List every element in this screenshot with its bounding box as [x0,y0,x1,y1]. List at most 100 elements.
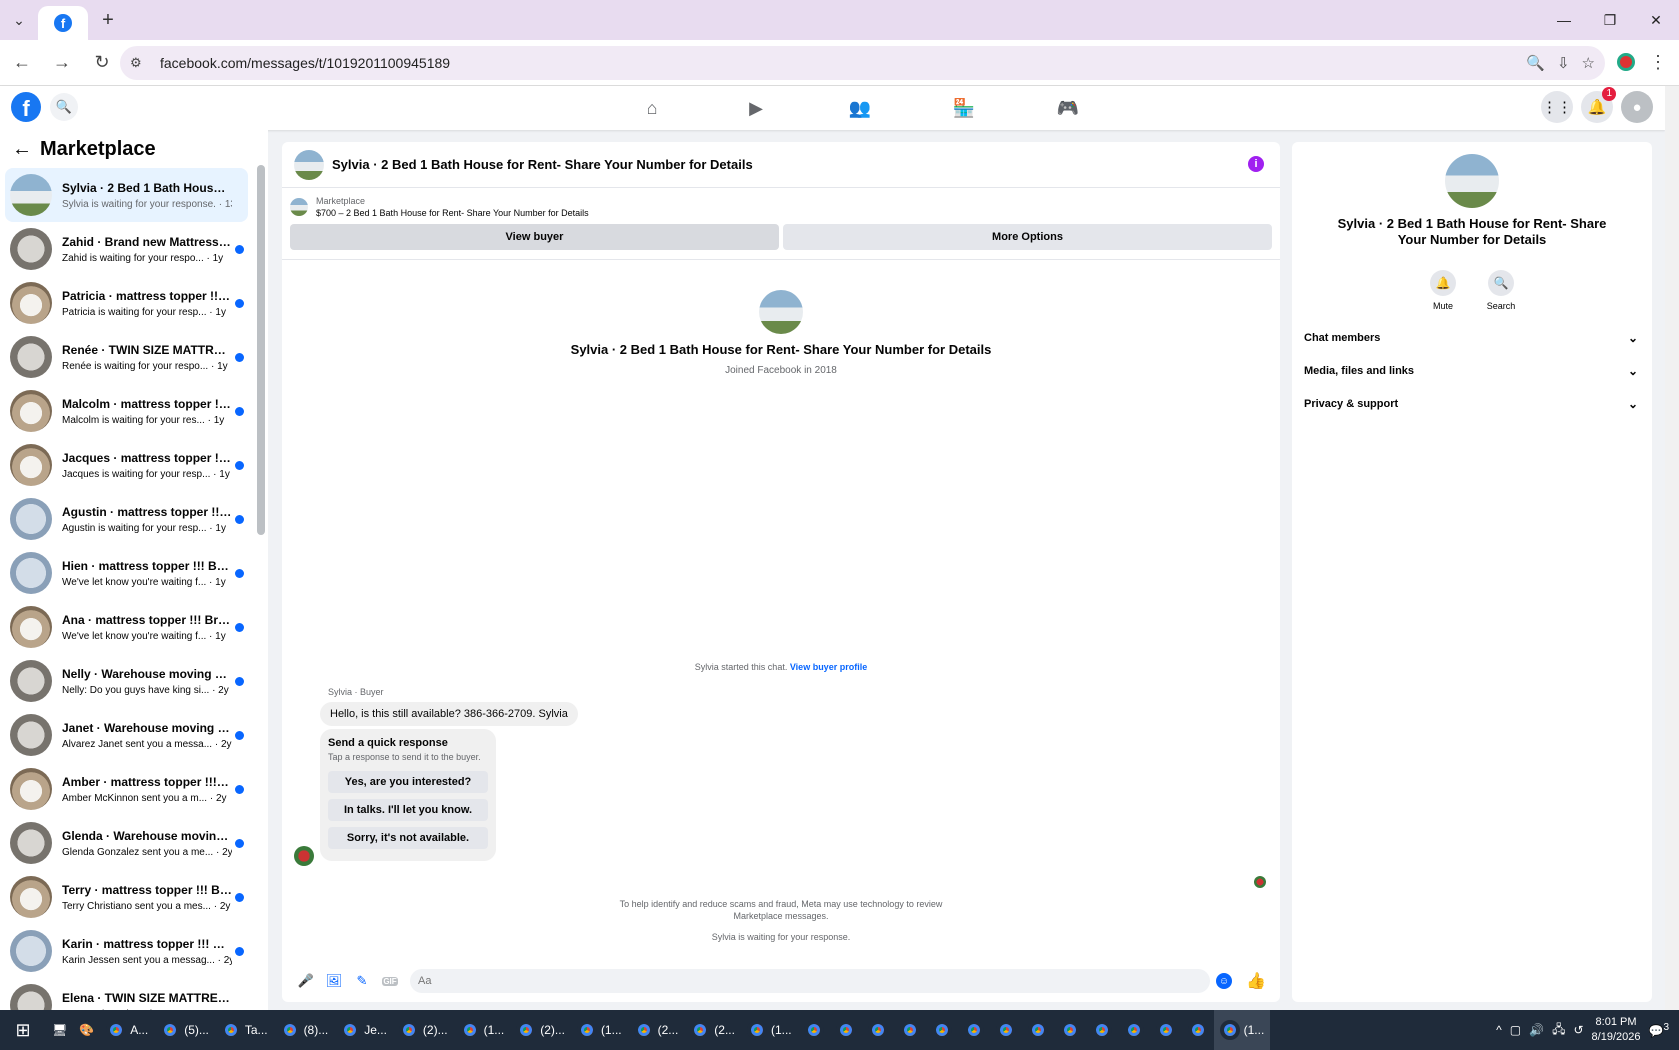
meet-now-icon[interactable]: ▢ [1510,1023,1521,1037]
conversation-item[interactable]: Ana · mattress topper !!! Bran... We've l… [5,600,248,654]
close-icon[interactable]: ✕ [1633,0,1679,40]
network-icon[interactable]: 🖧 [1552,1020,1565,1041]
zoom-icon[interactable]: 🔍 [1526,54,1545,72]
gif-icon[interactable]: GIF [382,976,398,986]
conversation-item[interactable]: Nelly · Warehouse moving ou... Nelly: Do … [5,654,248,708]
conversation-item[interactable]: Karin · mattress topper !!! Bra... Karin … [5,924,248,978]
search-button[interactable]: 🔍 Search [1486,270,1516,311]
browser-tab-facebook[interactable]: f [38,6,88,40]
taskbar-chrome-profile[interactable] [1022,1010,1054,1050]
back-icon[interactable]: ← [4,45,40,81]
taskbar-chrome-window[interactable]: (1... [571,1010,628,1050]
quick-response-not-available[interactable]: Sorry, it's not available. [328,827,488,849]
thumbs-up-icon[interactable]: 👍 [1246,971,1266,991]
details-avatar[interactable] [1445,154,1499,208]
taskbar-chrome-profile[interactable] [1086,1010,1118,1050]
windows-start-icon[interactable]: ⊞ [0,1010,46,1050]
conversation-item[interactable]: Agustin · mattress topper !!! B... Agusti… [5,492,248,546]
install-icon[interactable]: ⇩ [1557,54,1570,72]
conversation-item[interactable]: Amber · mattress topper !!! Br... Amber M… [5,762,248,816]
search-icon[interactable]: 🔍 [50,93,78,121]
conversation-item[interactable]: Patricia · mattress topper !!! B... Patri… [5,276,248,330]
conversation-item[interactable]: Terry · mattress topper !!! Bra... Terry … [5,870,248,924]
conversation-item[interactable]: Renée · TWIN SIZE MATTRESS... Renée is wa… [5,330,248,384]
conversation-item[interactable]: Sylvia · 2 Bed 1 Bath House for ... Sylvi… [5,168,248,222]
tab-search-dropdown[interactable]: ⌄ [0,0,38,40]
mute-button[interactable]: 🔔 Mute [1428,270,1458,311]
more-options-button[interactable]: More Options [783,224,1272,250]
extension-icon[interactable] [1617,53,1635,71]
restore-icon[interactable]: ❐ [1587,0,1633,40]
taskbar-chrome-profile[interactable] [1150,1010,1182,1050]
section-media-files-links[interactable]: Media, files and links ⌄ [1292,354,1652,387]
taskbar-chrome-profile[interactable] [798,1010,830,1050]
taskbar-active-window[interactable]: (1... [1213,1010,1271,1050]
quick-response-in-talks[interactable]: In talks. I'll let you know. [328,799,488,821]
taskbar-app-icon[interactable]: 🎨 [73,1010,100,1050]
quick-response-yes[interactable]: Yes, are you interested? [328,771,488,793]
photo-icon[interactable]: 🖼 [320,973,348,989]
volume-icon[interactable]: 🔊 [1529,1023,1544,1037]
home-icon[interactable]: ⌂ [600,86,704,130]
taskbar-chrome-profile[interactable] [1054,1010,1086,1050]
emoji-icon[interactable]: ☺ [1216,973,1232,989]
chat-avatar[interactable] [294,149,324,180]
site-info-icon[interactable]: ⚙ [130,55,150,71]
friends-icon[interactable]: 👥 [808,86,912,130]
clock[interactable]: 8:01 PM 8/19/2026 [1592,1015,1641,1045]
reload-icon[interactable]: ↻ [84,45,120,81]
conversation-item[interactable]: Glenda · Warehouse moving ... Glenda Gonz… [5,816,248,870]
marketplace-icon[interactable]: 🏪 [912,86,1016,130]
conversation-item[interactable]: Elena · TWIN SIZE MATTRESS...You: We hav… [5,978,248,1010]
taskbar-chrome-window[interactable]: A... [100,1010,154,1050]
section-chat-members[interactable]: Chat members ⌄ [1292,321,1652,354]
sidebar-scrollbar[interactable] [257,165,265,535]
taskbar-chrome-profile[interactable] [926,1010,958,1050]
chat-title[interactable]: Sylvia · 2 Bed 1 Bath House for Rent- Sh… [332,157,753,172]
browser-menu-icon[interactable]: ⋮ [1649,52,1667,73]
conversation-item[interactable]: Jacques · mattress topper !!! ... Jacques… [5,438,248,492]
buyer-avatar[interactable] [294,846,314,866]
taskbar-chrome-profile[interactable] [830,1010,862,1050]
address-bar[interactable]: ⚙ facebook.com/messages/t/10192011009451… [120,46,1605,80]
taskbar-chrome-profile[interactable] [1118,1010,1150,1050]
video-icon[interactable]: ▶ [704,86,808,130]
forward-icon[interactable]: → [44,45,80,81]
taskbar-chrome-profile[interactable] [1182,1010,1214,1050]
conversation-item[interactable]: Malcolm · mattress topper !!! ... Malcolm… [5,384,248,438]
page-scrollbar[interactable] [1665,86,1679,1010]
taskbar-chrome-window[interactable]: (2... [684,1010,741,1050]
sync-icon[interactable]: ↺ [1573,1023,1583,1037]
bookmark-star-icon[interactable]: ☆ [1582,54,1595,72]
info-icon[interactable]: i [1248,156,1264,172]
conversation-item[interactable]: Janet · Warehouse moving ou... Alvarez Ja… [5,708,248,762]
listing-thumbnail[interactable] [290,198,308,216]
notifications-bell-icon[interactable]: 🔔 1 [1581,87,1616,123]
account-avatar[interactable]: ● [1621,91,1653,123]
taskbar-chrome-profile[interactable] [990,1010,1022,1050]
taskbar-chrome-window[interactable]: (8)... [274,1010,335,1050]
taskbar-app-icon[interactable]: 🖥 [46,1010,73,1050]
menu-grid-icon[interactable]: ⋮⋮ [1541,91,1573,123]
back-arrow-icon[interactable]: ← [12,138,32,161]
taskbar-chrome-window[interactable]: (5)... [154,1010,215,1050]
url-text[interactable]: facebook.com/messages/t/1019201100945189 [160,55,450,71]
section-privacy-support[interactable]: Privacy & support ⌄ [1292,387,1652,420]
intro-avatar[interactable] [759,290,803,334]
view-buyer-profile-link[interactable]: View buyer profile [790,662,867,672]
taskbar-chrome-profile[interactable] [894,1010,926,1050]
facebook-logo[interactable]: f [11,92,41,122]
taskbar-chrome-window[interactable]: Ta... [215,1010,274,1050]
taskbar-chrome-window[interactable]: Je... [334,1010,393,1050]
taskbar-chrome-window[interactable]: (2)... [510,1010,571,1050]
taskbar-chrome-window[interactable]: (2)... [393,1010,454,1050]
taskbar-chrome-window[interactable]: (1... [454,1010,511,1050]
taskbar-chrome-window[interactable]: (1... [741,1010,798,1050]
taskbar-chrome-window[interactable]: (2... [628,1010,685,1050]
conversation-item[interactable]: Zahid · Brand new Mattress f... Zahid is … [5,222,248,276]
new-tab-button[interactable]: + [88,9,128,32]
taskbar-chrome-profile[interactable] [862,1010,894,1050]
message-input[interactable] [410,969,1210,993]
sticker-icon[interactable]: ✎ [348,973,376,989]
notification-center-icon[interactable]: 💬3 [1648,1022,1669,1038]
